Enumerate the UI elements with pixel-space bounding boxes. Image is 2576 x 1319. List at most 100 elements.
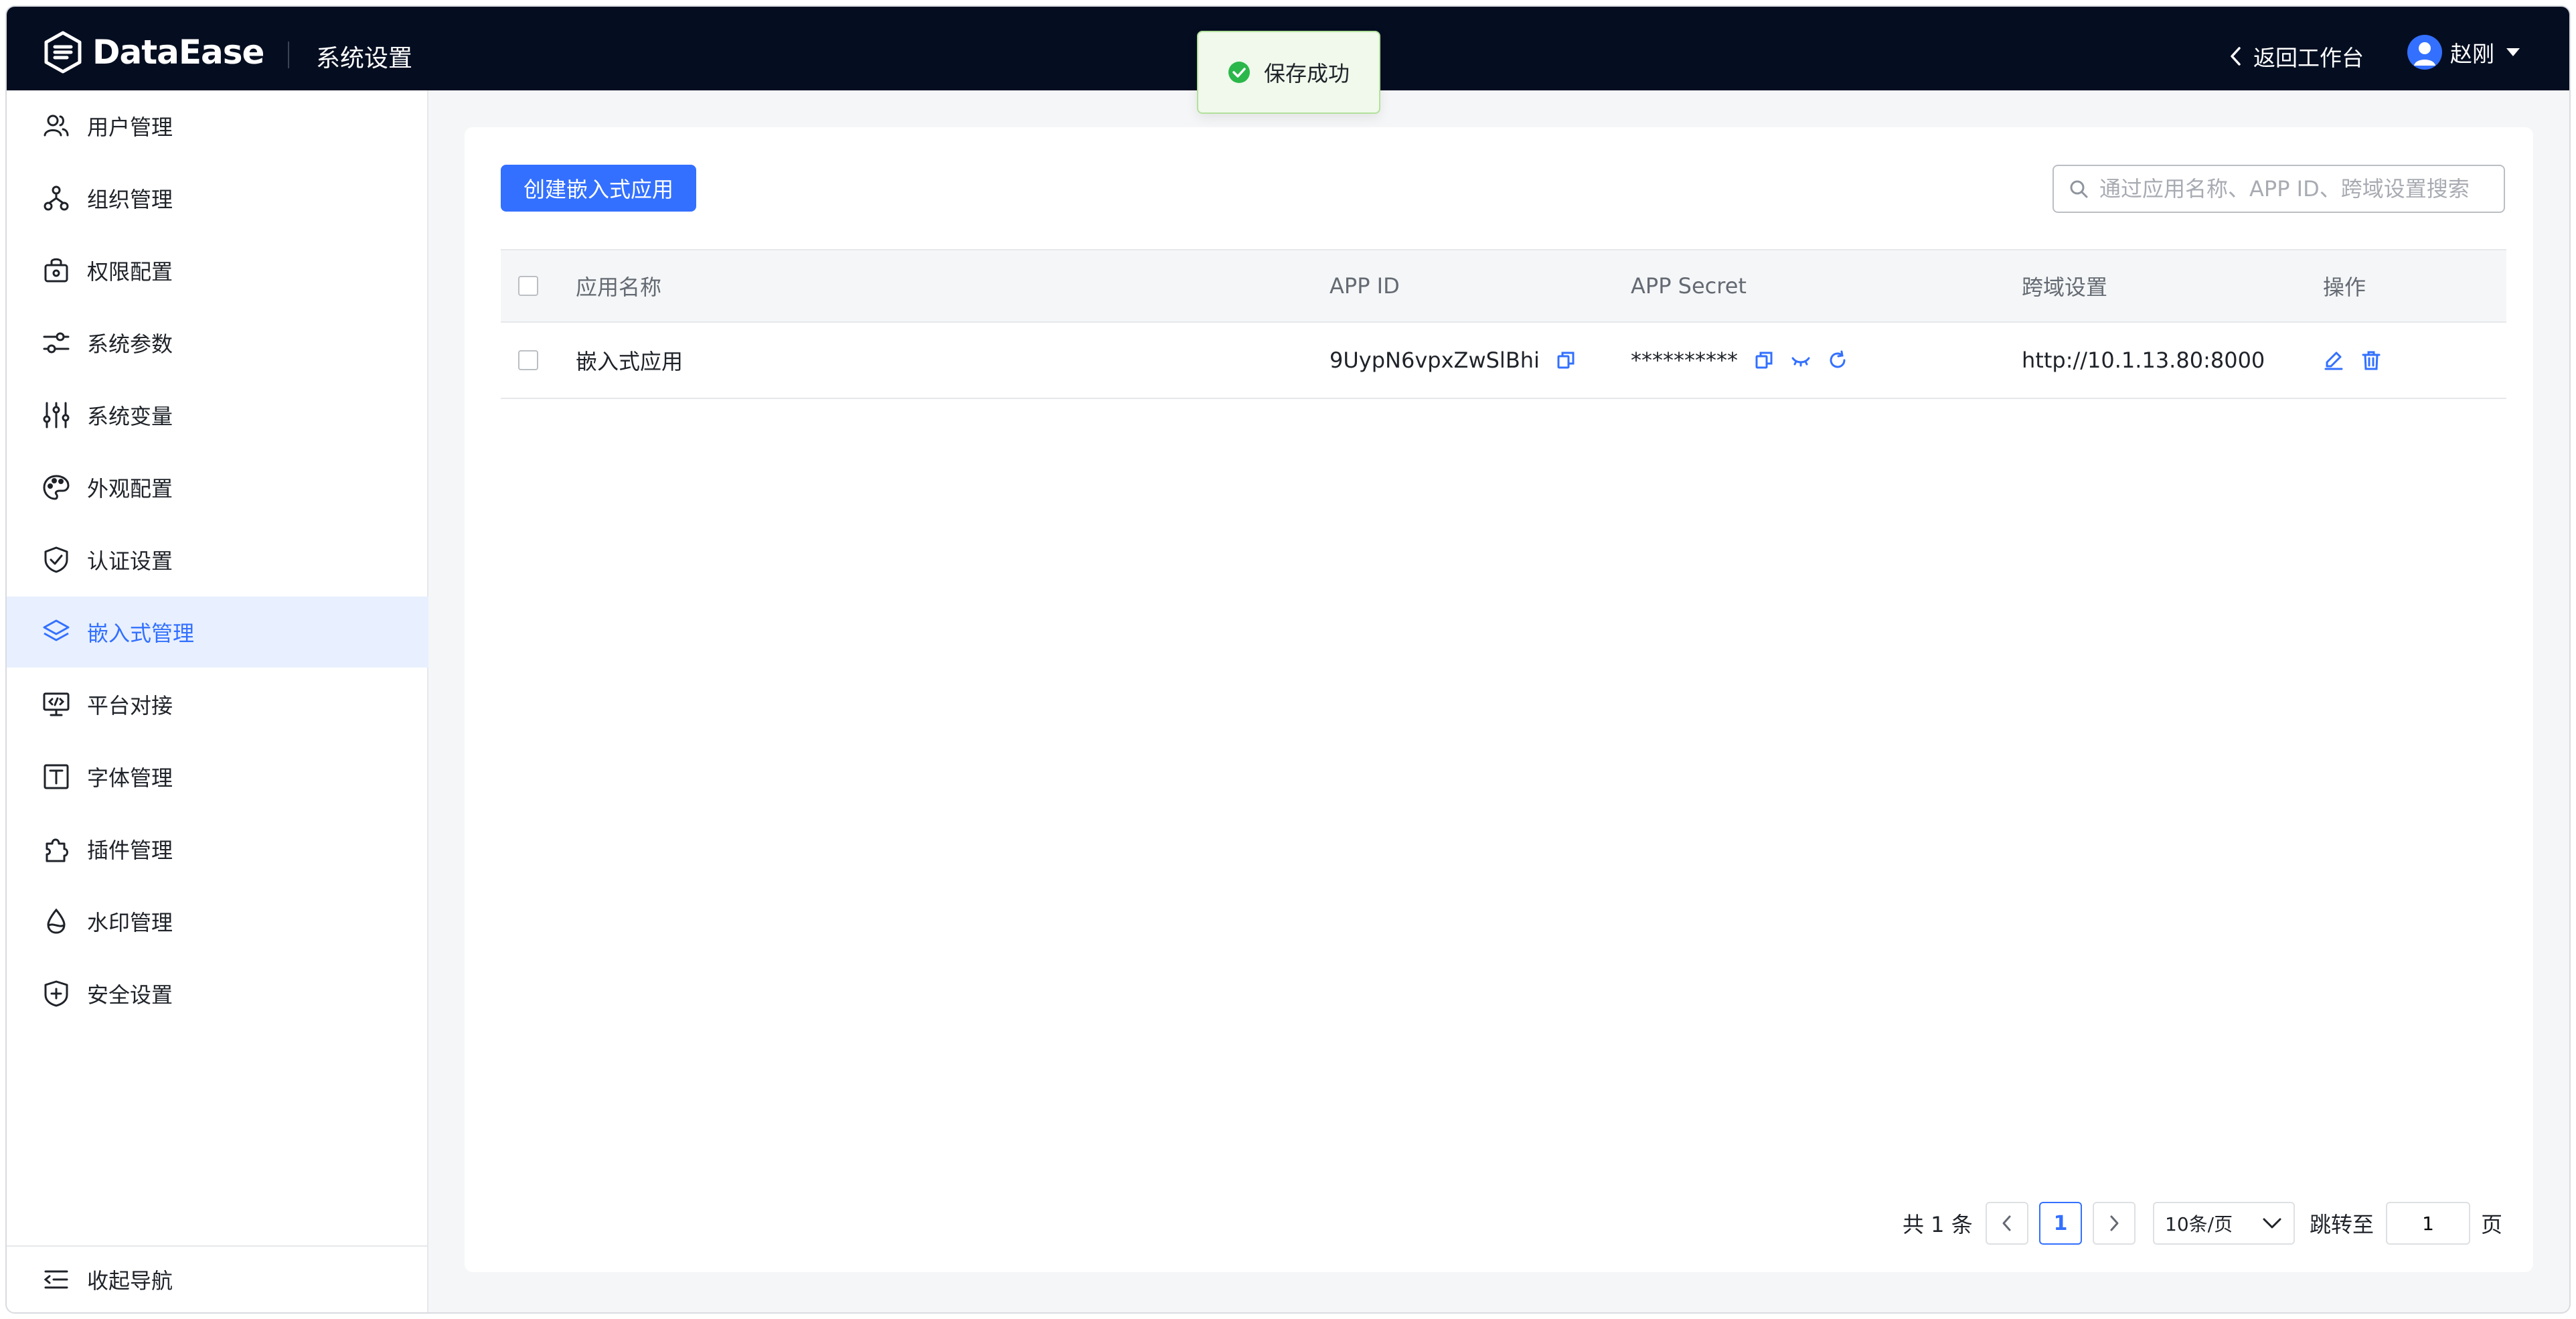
app-id-cell: 9UypN6vpxZwSlBhi bbox=[1330, 323, 1576, 398]
next-page-button[interactable] bbox=[2093, 1202, 2136, 1245]
users-icon bbox=[44, 114, 69, 137]
search-input[interactable] bbox=[2099, 176, 2501, 202]
toast-message: 保存成功 bbox=[1263, 61, 1350, 86]
collapse-nav-button[interactable]: 收起导航 bbox=[7, 1245, 428, 1312]
collapse-menu-icon bbox=[44, 1270, 68, 1289]
row-checkbox[interactable] bbox=[518, 350, 538, 370]
app-name-cell: 嵌入式应用 bbox=[576, 349, 683, 374]
sidebar-item-embedded-management[interactable]: 嵌入式管理 bbox=[7, 597, 428, 668]
page-size-select[interactable]: 10条/页 bbox=[2153, 1202, 2295, 1245]
search-icon bbox=[2070, 180, 2088, 198]
lock-bag-icon bbox=[44, 258, 68, 283]
layers-icon bbox=[43, 619, 70, 641]
refresh-icon bbox=[1830, 350, 1846, 368]
sidebar-item-security-settings[interactable]: 安全设置 bbox=[7, 958, 428, 1029]
page-unit-label: 页 bbox=[2481, 1212, 2503, 1237]
sidebar-item-label: 权限配置 bbox=[87, 259, 173, 285]
select-all-cell bbox=[518, 250, 538, 321]
table-row: 嵌入式应用 9UypN6vpxZwSlBhi ********** http:/… bbox=[501, 323, 2506, 399]
sidebar-item-watermark-management[interactable]: 水印管理 bbox=[7, 886, 428, 957]
user-name: 赵刚 bbox=[2450, 41, 2494, 67]
sidebar-item-permission-config[interactable]: 权限配置 bbox=[7, 235, 428, 306]
create-embedded-app-button[interactable]: 创建嵌入式应用 bbox=[501, 165, 696, 212]
shield-plus-icon bbox=[44, 980, 68, 1007]
embedded-apps-card: 创建嵌入式应用 应用名称 APP ID APP Secret 跨域设置 操作 嵌… bbox=[465, 127, 2533, 1272]
sidebar: 用户管理 组织管理 权限配置 系统参数 系统变量 外观配置 认证设置 嵌入式管理… bbox=[7, 90, 428, 1312]
sidebar-item-label: 嵌入式管理 bbox=[87, 621, 195, 646]
chevron-left-icon bbox=[2231, 47, 2241, 66]
success-check-icon bbox=[1228, 62, 1250, 83]
sliders-icon bbox=[43, 332, 70, 354]
collapse-nav-label: 收起导航 bbox=[87, 1268, 173, 1294]
sidebar-item-label: 认证设置 bbox=[87, 548, 173, 574]
actions-cell bbox=[2323, 323, 2382, 398]
app-secret-value: ********** bbox=[1631, 347, 1738, 373]
sidebar-item-label: 插件管理 bbox=[87, 838, 173, 863]
logo[interactable]: DataEase bbox=[42, 31, 264, 74]
sidebar-item-platform-integration[interactable]: 平台对接 bbox=[7, 669, 428, 740]
app-window: DataEase 系统设置 返回工作台 赵刚 保存成功 用户管理 组织管理 权限… bbox=[7, 7, 2569, 1312]
toggle-secret-visibility-button[interactable] bbox=[1790, 350, 1812, 370]
copy-app-secret-button[interactable] bbox=[1754, 350, 1774, 370]
header-divider bbox=[288, 42, 289, 68]
cors-cell: http://10.1.13.80:8000 bbox=[2022, 347, 2265, 373]
droplet-icon bbox=[47, 908, 66, 934]
column-header-cors: 跨域设置 bbox=[2022, 275, 2108, 300]
table-header: 应用名称 APP ID APP Secret 跨域设置 操作 bbox=[501, 249, 2506, 323]
jump-page-field[interactable] bbox=[2386, 1202, 2470, 1245]
jump-label: 跳转至 bbox=[2310, 1212, 2374, 1237]
chevron-down-icon bbox=[2263, 1218, 2281, 1229]
column-header-app-name: 应用名称 bbox=[576, 275, 662, 300]
jump-page-input[interactable] bbox=[2395, 1212, 2462, 1235]
sidebar-item-label: 水印管理 bbox=[87, 910, 173, 935]
sidebar-item-system-params[interactable]: 系统参数 bbox=[7, 307, 428, 378]
copy-icon bbox=[1755, 352, 1773, 369]
app-secret-cell: ********** bbox=[1631, 323, 1848, 398]
sidebar-item-org-management[interactable]: 组织管理 bbox=[7, 163, 428, 234]
copy-icon bbox=[1557, 352, 1575, 369]
prev-page-button[interactable] bbox=[1986, 1202, 2028, 1245]
sidebar-item-label: 用户管理 bbox=[87, 114, 173, 140]
edit-button[interactable] bbox=[2323, 350, 2344, 371]
page-number-current[interactable]: 1 bbox=[2039, 1202, 2082, 1245]
sidebar-item-user-management[interactable]: 用户管理 bbox=[7, 90, 428, 161]
sidebar-item-appearance[interactable]: 外观配置 bbox=[7, 452, 428, 523]
column-header-actions: 操作 bbox=[2323, 275, 2366, 300]
sidebar-item-auth-settings[interactable]: 认证设置 bbox=[7, 524, 428, 595]
monitor-code-icon bbox=[43, 692, 70, 716]
dataease-logo-icon bbox=[44, 31, 82, 74]
chevron-right-icon bbox=[2110, 1215, 2119, 1231]
user-avatar-icon bbox=[2414, 42, 2435, 66]
chevron-left-icon bbox=[2002, 1215, 2011, 1231]
sidebar-item-system-variables[interactable]: 系统变量 bbox=[7, 380, 428, 451]
refresh-secret-button[interactable] bbox=[1828, 350, 1848, 370]
row-select-cell bbox=[518, 323, 538, 398]
sidebar-item-label: 系统变量 bbox=[87, 404, 173, 429]
sidebar-item-label: 组织管理 bbox=[87, 187, 173, 212]
org-tree-icon bbox=[44, 185, 69, 211]
sidebar-item-font-management[interactable]: 字体管理 bbox=[7, 741, 428, 812]
sidebar-item-label: 字体管理 bbox=[87, 765, 173, 791]
embedded-apps-table: 应用名称 APP ID APP Secret 跨域设置 操作 嵌入式应用 9Uy… bbox=[501, 249, 2506, 399]
sidebar-item-plugin-management[interactable]: 插件管理 bbox=[7, 813, 428, 884]
palette-icon bbox=[43, 475, 70, 500]
font-icon bbox=[44, 764, 69, 789]
column-header-app-id: APP ID bbox=[1330, 273, 1400, 299]
edit-icon bbox=[2324, 352, 2343, 370]
select-all-checkbox[interactable] bbox=[518, 276, 538, 296]
avatar bbox=[2407, 35, 2442, 70]
delete-button[interactable] bbox=[2360, 350, 2382, 371]
sidebar-item-label: 外观配置 bbox=[87, 476, 173, 501]
caret-down-icon bbox=[2506, 48, 2520, 56]
puzzle-icon bbox=[46, 838, 68, 862]
page-title: 系统设置 bbox=[316, 45, 413, 72]
sidebar-item-label: 平台对接 bbox=[87, 693, 173, 718]
column-header-app-secret: APP Secret bbox=[1631, 273, 1747, 299]
success-toast: 保存成功 bbox=[1197, 31, 1380, 114]
page-size-value: 10条/页 bbox=[2165, 1213, 2233, 1235]
copy-app-id-button[interactable] bbox=[1556, 350, 1576, 370]
back-to-workbench-link[interactable]: 返回工作台 bbox=[2228, 40, 2364, 72]
user-menu[interactable]: 赵刚 bbox=[2407, 35, 2521, 70]
back-link-label: 返回工作台 bbox=[2253, 45, 2364, 71]
search-box[interactable] bbox=[2052, 165, 2505, 213]
